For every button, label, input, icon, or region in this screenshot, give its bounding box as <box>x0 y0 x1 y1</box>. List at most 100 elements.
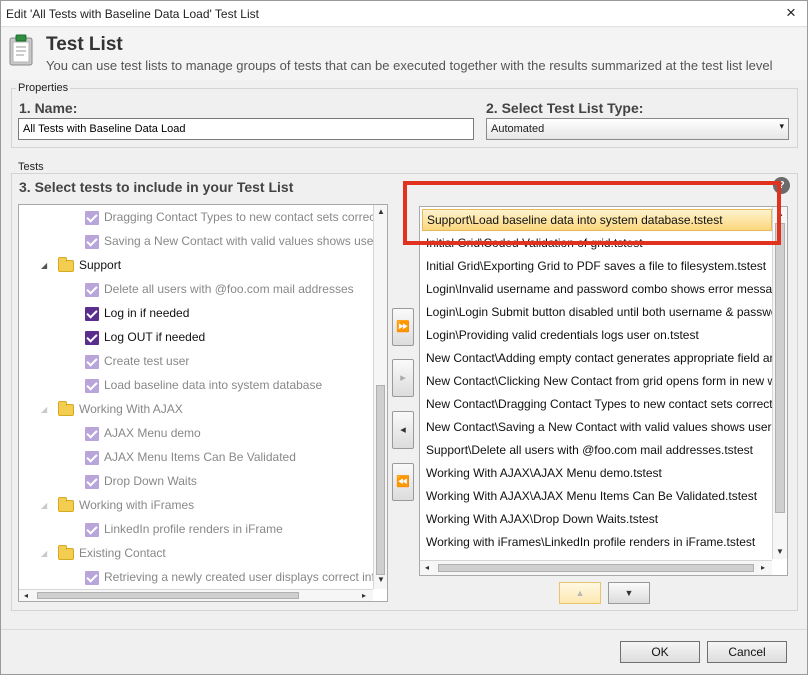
add-all-button[interactable]: ⏩ <box>392 308 414 346</box>
scroll-right-icon[interactable]: ▸ <box>357 589 371 603</box>
tree-test-label: Saving a New Contact with valid values s… <box>104 234 388 248</box>
tree-test-label: Create test user <box>104 354 190 368</box>
list-scroll-up-icon[interactable]: ▲ <box>773 207 787 221</box>
tree-test-item[interactable]: Log in if needed <box>85 301 189 325</box>
tree-test-item[interactable]: AJAX Menu demo <box>85 421 201 445</box>
select-tests-label: 3. Select tests to include in your Test … <box>19 179 294 195</box>
name-input[interactable] <box>18 118 474 140</box>
selected-test-item[interactable]: New Contact\Dragging Contact Types to ne… <box>422 393 772 415</box>
move-down-button[interactable]: ▼ <box>608 582 650 604</box>
cancel-button[interactable]: Cancel <box>707 641 787 663</box>
tree-test-item[interactable]: Create test user <box>85 349 189 373</box>
tree-test-label: LinkedIn profile renders in iFrame <box>104 522 283 536</box>
expand-arrow-icon[interactable]: ◢ <box>41 494 51 518</box>
tree-test-item[interactable]: Retrieving a newly created user displays… <box>85 565 388 589</box>
test-list-type-select[interactable]: Automated ▾ <box>486 118 789 140</box>
list-hscroll-thumb[interactable] <box>438 564 754 572</box>
selected-tests-list[interactable]: Support\Load baseline data into system d… <box>419 206 788 576</box>
tree-test-label: Delete all users with @foo.com mail addr… <box>104 282 354 296</box>
tree-test-item[interactable]: Load baseline data into system database <box>85 373 322 397</box>
tree-folder[interactable]: ◢ Working With AJAX <box>41 397 183 421</box>
dialog-header: Test List You can use test lists to mana… <box>1 28 807 80</box>
tree-test-label: Load baseline data into system database <box>104 378 323 392</box>
selected-test-item[interactable]: Initial Grid\Exporting Grid to PDF saves… <box>422 255 772 277</box>
tree-test-label: AJAX Menu Items Can Be Validated <box>104 450 296 464</box>
tree-hscroll-thumb[interactable] <box>37 592 299 599</box>
name-label: 1. Name: <box>19 100 78 116</box>
test-checkbox[interactable] <box>85 450 99 465</box>
selected-test-item[interactable]: New Contact\Clicking New Contact from gr… <box>422 370 772 392</box>
selected-test-item[interactable]: Working with iFrames\LinkedIn profile re… <box>422 531 772 553</box>
tree-folder[interactable]: ◢ Support <box>41 253 121 277</box>
tree-test-label: Retrieving a newly created user displays… <box>104 570 388 584</box>
list-scroll-left-icon[interactable]: ◂ <box>420 561 434 575</box>
tree-test-label: Dragging Contact Types to new contact se… <box>104 210 388 224</box>
folder-icon <box>58 544 74 560</box>
test-tree[interactable]: Dragging Contact Types to new contact se… <box>18 204 388 602</box>
tree-test-item[interactable]: Drop Down Waits <box>85 469 197 493</box>
properties-group-label: Properties <box>16 82 71 94</box>
test-checkbox[interactable] <box>85 306 99 321</box>
selected-test-item[interactable]: Login\Invalid username and password comb… <box>422 278 772 300</box>
list-vertical-scrollbar[interactable]: ▲ ▼ <box>772 207 787 559</box>
remove-all-button[interactable]: ⏪ <box>392 463 414 501</box>
list-scroll-down-icon[interactable]: ▼ <box>773 545 787 559</box>
selected-test-item[interactable]: Login\Login Submit button disabled until… <box>422 301 772 323</box>
selected-test-item[interactable]: Login\Providing valid credentials logs u… <box>422 324 772 346</box>
tree-test-label: Drop Down Waits <box>104 474 197 488</box>
help-icon[interactable]: ? <box>773 177 790 194</box>
test-checkbox[interactable] <box>85 522 99 537</box>
selected-test-item[interactable]: New Contact\Adding empty contact generat… <box>422 347 772 369</box>
selected-test-item[interactable]: Working With AJAX\AJAX Menu Items Can Be… <box>422 485 772 507</box>
tree-test-label: AJAX Menu demo <box>104 426 201 440</box>
test-checkbox[interactable] <box>85 474 99 489</box>
test-checkbox[interactable] <box>85 330 99 345</box>
tree-test-item[interactable]: Saving a New Contact with valid values s… <box>85 229 388 253</box>
tree-test-item[interactable]: AJAX Menu Items Can Be Validated <box>85 445 296 469</box>
dialog-footer: OK Cancel <box>1 629 807 674</box>
tree-test-item[interactable]: Delete all users with @foo.com mail addr… <box>85 277 354 301</box>
scroll-left-icon[interactable]: ◂ <box>19 589 33 603</box>
list-scroll-thumb[interactable] <box>775 223 785 513</box>
remove-selected-button[interactable]: ◂ <box>392 411 414 449</box>
expand-arrow-icon[interactable]: ◢ <box>41 542 51 566</box>
tree-test-item[interactable]: Log OUT if needed <box>85 325 205 349</box>
test-checkbox[interactable] <box>85 234 99 249</box>
folder-icon <box>58 400 74 416</box>
test-checkbox[interactable] <box>85 378 99 393</box>
tree-horizontal-scrollbar[interactable]: ◂ ▸ <box>19 589 373 601</box>
expand-arrow-icon[interactable]: ◢ <box>41 398 51 422</box>
ok-button[interactable]: OK <box>620 641 700 663</box>
selected-test-item[interactable]: Working With AJAX\AJAX Menu demo.tstest <box>422 462 772 484</box>
tree-test-item[interactable]: LinkedIn profile renders in iFrame <box>85 517 283 541</box>
test-checkbox[interactable] <box>85 354 99 369</box>
dropdown-arrow-icon: ▾ <box>779 121 784 131</box>
selected-test-item[interactable]: Support\Delete all users with @foo.com m… <box>422 439 772 461</box>
list-horizontal-scrollbar[interactable]: ◂ ▸ <box>420 560 772 575</box>
tree-folder-label: Working with iFrames <box>79 498 195 512</box>
move-up-button[interactable]: ▲ <box>559 582 601 604</box>
selected-test-item[interactable]: Support\Load baseline data into system d… <box>422 209 772 231</box>
tree-scroll-thumb[interactable] <box>376 385 385 575</box>
selected-test-item[interactable]: New Contact\Saving a New Contact with va… <box>422 416 772 438</box>
add-selected-button[interactable]: ▸ <box>392 359 414 397</box>
selected-test-item[interactable]: Initial Grid\Coded Validation of grid.ts… <box>422 232 772 254</box>
close-icon[interactable]: × <box>781 3 801 23</box>
tests-group-label: Tests <box>16 161 46 173</box>
scroll-down-icon[interactable]: ▼ <box>374 573 388 587</box>
tree-test-item[interactable]: Dragging Contact Types to new contact se… <box>85 205 388 229</box>
tree-folder[interactable]: ◢ Working with iFrames <box>41 493 194 517</box>
tree-vertical-scrollbar[interactable]: ▲ ▼ <box>373 205 387 589</box>
selected-test-item[interactable]: Working With AJAX\Drop Down Waits.tstest <box>422 508 772 530</box>
list-scroll-right-icon[interactable]: ▸ <box>756 561 770 575</box>
test-checkbox[interactable] <box>85 282 99 297</box>
test-checkbox[interactable] <box>85 210 99 225</box>
test-checkbox[interactable] <box>85 570 99 585</box>
scroll-up-icon[interactable]: ▲ <box>374 205 388 219</box>
expand-arrow-icon[interactable]: ◢ <box>41 254 51 278</box>
tree-folder[interactable]: ◢ Existing Contact <box>41 541 166 565</box>
tree-folder-label: Working With AJAX <box>79 402 183 416</box>
test-checkbox[interactable] <box>85 426 99 441</box>
window-title: Edit 'All Tests with Baseline Data Load'… <box>6 7 259 21</box>
folder-icon <box>58 496 74 512</box>
